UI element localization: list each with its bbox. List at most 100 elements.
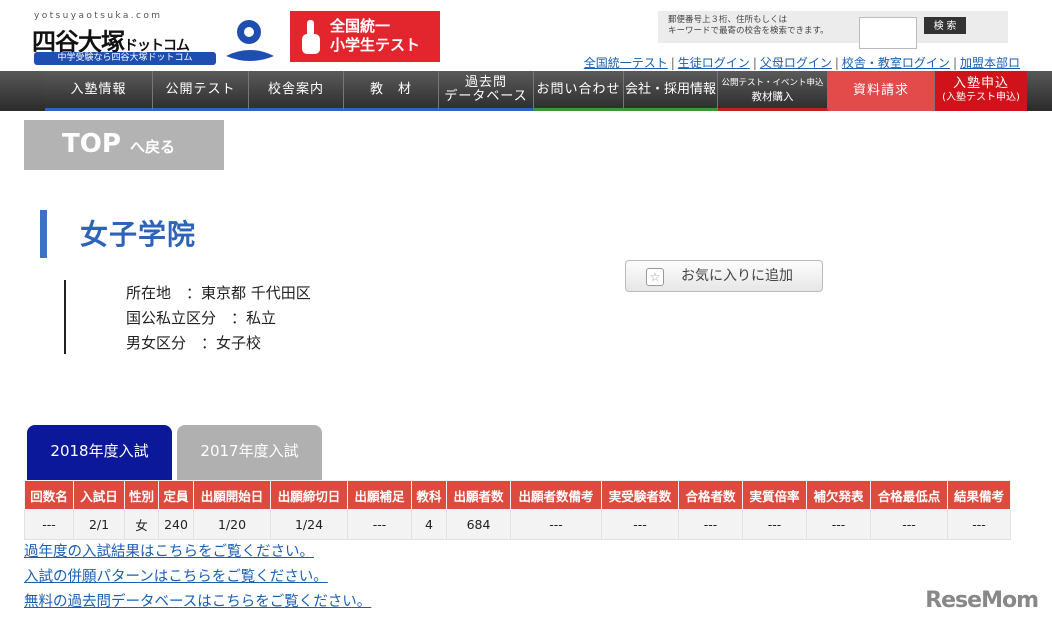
table-cell: 女: [124, 509, 159, 540]
link-student-login[interactable]: 生徒ログイン: [678, 56, 750, 70]
table-cell: 2/1: [73, 509, 125, 540]
table-row: --- 2/1 女 240 1/20 1/24 --- 4 684 --- --…: [24, 509, 1011, 540]
info-type-value: 私立: [246, 309, 277, 327]
nav-admission-info[interactable]: 入塾情報: [45, 71, 153, 111]
page-title: 女子学院: [80, 218, 197, 251]
table-cell: 684: [446, 509, 511, 540]
nav-enroll-apply[interactable]: 入塾申込 (入塾テスト申込): [935, 71, 1027, 111]
link-separator: |: [952, 56, 957, 70]
table-cell: ---: [947, 509, 1011, 540]
nav-company[interactable]: 会社・採用情報: [624, 71, 718, 111]
nav-school-guide[interactable]: 校舎案内: [249, 71, 344, 111]
link-separator: |: [752, 56, 757, 70]
info-gender-value: 女子校: [216, 334, 262, 352]
link-free-past-exam-db[interactable]: 無料の過去問データベースはこちらをご覧ください。: [24, 590, 371, 615]
table-header: 定員: [158, 480, 194, 510]
table-cell: ---: [347, 509, 412, 540]
link-separator: |: [834, 56, 839, 70]
table-cell: ---: [678, 509, 743, 540]
table-header: 性別: [124, 480, 159, 510]
table-header: 出願者数: [446, 480, 511, 510]
nav-request-info[interactable]: 資料請求: [828, 71, 935, 111]
add-favorite-label: お気に入りに追加: [681, 268, 793, 284]
national-test-banner[interactable]: 全国統一 小学生テスト: [290, 11, 440, 62]
table-cell: ---: [24, 509, 74, 540]
table-header-row: 回数名 入試日 性別 定員 出願開始日 出願締切日 出願補足 教科 出願者数 出…: [24, 480, 1011, 510]
info-location-value: 東京都 千代田区: [201, 284, 311, 302]
table-cell: 240: [158, 509, 194, 540]
logo-domain: yotsuyaotsuka.com: [34, 11, 163, 21]
nav-enroll-line2: (入塾テスト申込): [942, 92, 1020, 103]
table-cell: ---: [601, 509, 679, 540]
search-hint: 郵便番号上３桁、住所もしくは キーワードで最寄の校舎を検索できます。: [668, 15, 829, 37]
table-cell: 1/20: [193, 509, 271, 540]
link-separator: |: [670, 56, 675, 70]
nav-enroll-line1: 入塾申込: [952, 76, 1009, 91]
table-header: 出願開始日: [193, 480, 271, 510]
search-input[interactable]: [859, 17, 917, 49]
top-links: 全国統一テスト | 生徒ログイン | 父母ログイン | 校舎・教室ログイン | 加盟本部ロ: [584, 54, 1020, 71]
resemom-watermark: ReseMom: [925, 588, 1039, 613]
table-cell: ---: [806, 509, 871, 540]
table-header: 出願者数備考: [510, 480, 602, 510]
nav-materials[interactable]: 教 材: [344, 71, 439, 111]
table-header: 合格最低点: [870, 480, 948, 510]
school-search-box: 郵便番号上３桁、住所もしくは キーワードで最寄の校舎を検索できます。 検 索: [658, 11, 1008, 49]
table-cell: ---: [742, 509, 807, 540]
info-gender: 男女区分 ：女子校: [126, 331, 311, 356]
table-header: 合格者数: [678, 480, 743, 510]
nav-test-event-apply[interactable]: 公開テスト・イベント申込 教材購入: [718, 71, 828, 111]
raised-finger-icon: [302, 20, 320, 54]
banner-line2: 小学生テスト: [330, 36, 421, 54]
link-franchise[interactable]: 加盟本部ロ: [960, 56, 1020, 70]
related-links: 過年度の入試結果はこちらをご覧ください。 入試の併願パターンはこちらをご覧くださ…: [24, 540, 371, 615]
link-school-login[interactable]: 校舎・教室ログイン: [842, 56, 950, 70]
star-icon: ☆: [646, 268, 664, 286]
link-combined-patterns[interactable]: 入試の併願パターンはこちらをご覧ください。: [24, 565, 371, 590]
table-header: 教科: [411, 480, 447, 510]
table-header: 出願補足: [347, 480, 412, 510]
add-favorite-button[interactable]: ☆ お気に入りに追加: [625, 260, 823, 292]
table-header: 回数名: [24, 480, 74, 510]
info-type: 国公私立区分 ：私立: [126, 306, 311, 331]
table-cell: ---: [510, 509, 602, 540]
link-past-results[interactable]: 過年度の入試結果はこちらをご覧ください。: [24, 540, 371, 565]
nav-past-exam-line2: データベース: [444, 88, 528, 104]
logo-tagline: 中学受験なら四谷大塚ドットコム: [34, 52, 216, 65]
info-type-label: 国公私立区分 ：: [126, 309, 247, 327]
search-hint-line2: キーワードで最寄の校舎を検索できます。: [668, 26, 829, 36]
info-gender-label: 男女区分 ：: [126, 334, 217, 352]
info-accent-bar: [64, 280, 66, 354]
table-header: 補欠発表: [806, 480, 871, 510]
table-header: 入試日: [73, 480, 125, 510]
tab-2017[interactable]: 2017年度入試: [177, 425, 322, 480]
tab-2018[interactable]: 2018年度入試: [27, 425, 172, 480]
school-info: 所在地 ：東京都 千代田区 国公私立区分 ：私立 男女区分 ：女子校: [126, 281, 311, 356]
main-nav: 入塾情報 公開テスト 校舎案内 教 材 過去問 データベース お問い合わせ 会社・…: [45, 71, 1027, 111]
link-national-test[interactable]: 全国統一テスト: [584, 56, 668, 70]
table-cell: 4: [411, 509, 447, 540]
search-hint-line1: 郵便番号上３桁、住所もしくは: [668, 15, 788, 25]
top-back-sub: へ戻る: [129, 138, 175, 156]
nav-past-exam-line1: 過去問: [464, 74, 507, 90]
nav-apply-line2: 教材購入: [751, 90, 794, 103]
top-back-button[interactable]: TOP へ戻る: [24, 120, 224, 170]
title-accent-bar: [40, 210, 47, 258]
link-parent-login[interactable]: 父母ログイン: [760, 56, 832, 70]
banner-line1: 全国統一: [330, 17, 391, 35]
logo-mark-icon: [226, 20, 274, 61]
table-header: 実受験者数: [601, 480, 679, 510]
info-location-label: 所在地 ：: [126, 284, 202, 302]
info-location: 所在地 ：東京都 千代田区: [126, 281, 311, 306]
search-button[interactable]: 検 索: [924, 17, 966, 34]
nav-apply-line1: 公開テスト・イベント申込: [721, 77, 824, 88]
exam-results-table: 回数名 入試日 性別 定員 出願開始日 出願締切日 出願補足 教科 出願者数 出…: [24, 480, 1011, 540]
nav-contact[interactable]: お問い合わせ: [534, 71, 624, 111]
table-header: 結果備考: [947, 480, 1011, 510]
nav-public-test[interactable]: 公開テスト: [153, 71, 249, 111]
table-header: 出願締切日: [270, 480, 348, 510]
table-header: 実質倍率: [742, 480, 807, 510]
table-cell: 1/24: [270, 509, 348, 540]
top-back-main: TOP: [62, 129, 121, 159]
nav-past-exam-db[interactable]: 過去問 データベース: [439, 71, 534, 111]
